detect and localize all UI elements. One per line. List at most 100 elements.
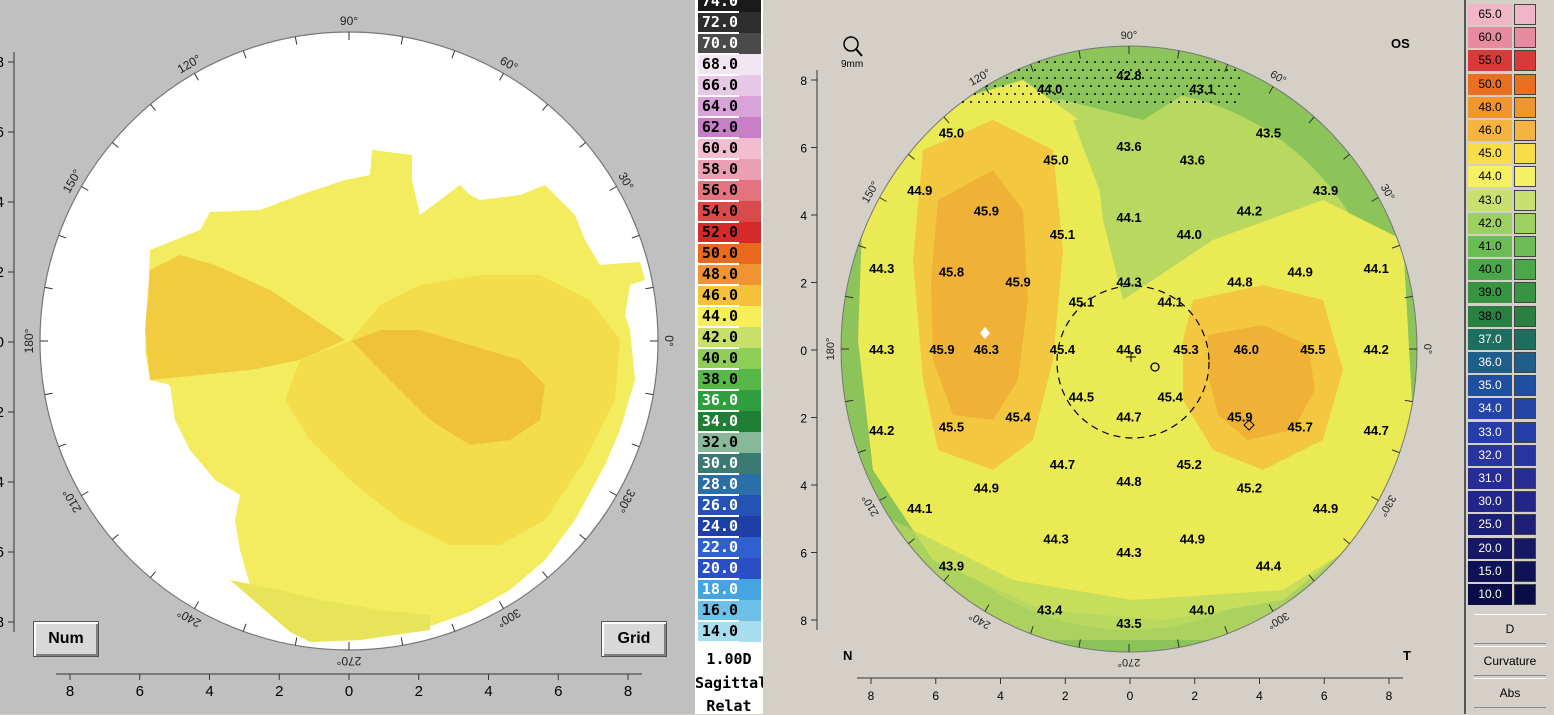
curvature-value: 44.7 [1050, 457, 1075, 472]
unmeasured-dot [1226, 69, 1228, 71]
y-axis-label: 2 [800, 412, 807, 426]
unmeasured-dot [994, 85, 996, 87]
curvature-button[interactable]: Curvature [1474, 646, 1546, 676]
left-scale-entry: 60.0 [695, 138, 763, 159]
left-scale-label: 38.0 [698, 370, 740, 389]
unmeasured-dot [1210, 101, 1212, 103]
unmeasured-dot [1234, 69, 1236, 71]
abs-button[interactable]: Abs [1474, 678, 1546, 708]
curvature-value: 43.6 [1180, 153, 1205, 168]
grid-button[interactable]: Grid [601, 621, 667, 657]
left-scale-entry: 30.0 [695, 453, 763, 474]
curvature-value: 45.5 [1300, 342, 1325, 357]
left-scale-label: 52.0 [698, 223, 740, 242]
scale-mode-label[interactable]: Sagittal [695, 674, 767, 692]
unmeasured-dot [1026, 69, 1028, 71]
y-axis-label: 6 [800, 142, 807, 156]
num-button[interactable]: Num [33, 621, 99, 657]
right-scale-swatch [1514, 143, 1536, 165]
unmeasured-dot [1066, 101, 1068, 103]
left-scale-swatch [739, 579, 761, 600]
right-scale-swatch [1514, 468, 1536, 489]
left-scale-swatch [739, 348, 761, 369]
x-axis-label: 4 [997, 689, 1004, 703]
curvature-value: 45.4 [1005, 410, 1031, 425]
left-sagittal-map-panel: 90° 60° 30° 0° 330° 300° 270° 240° 210° 180° 150° 1… [0, 0, 695, 714]
unmeasured-dot [1154, 85, 1156, 87]
curvature-value: 46.0 [1234, 342, 1259, 357]
unmeasured-dot [986, 85, 988, 87]
y-axis-label: 8 [800, 614, 807, 628]
unmeasured-dot [1134, 93, 1136, 95]
unmeasured-dot [1082, 85, 1084, 87]
curvature-value: 45.9 [974, 203, 999, 218]
unmeasured-dot [1126, 93, 1128, 95]
y-axis-label: 2 [0, 404, 4, 421]
unmeasured-dot [1082, 101, 1084, 103]
unmeasured-dot [1214, 77, 1216, 79]
x-axis-label: 6 [136, 683, 144, 700]
unmeasured-dot [1218, 69, 1220, 71]
unmeasured-dot [1062, 77, 1064, 79]
left-scale-entry: 64.0 [695, 96, 763, 117]
right-scale-entry: 55.0 [1468, 50, 1536, 73]
left-scale-label: 46.0 [698, 286, 740, 305]
unmeasured-dot [1158, 77, 1160, 79]
unmeasured-dot [1114, 101, 1116, 103]
unmeasured-dot [1090, 69, 1092, 71]
curvature-value: 45.9 [929, 342, 954, 357]
unmeasured-dot [1146, 69, 1148, 71]
scale-submode-label[interactable]: Relat [695, 697, 763, 715]
left-scale-entry: 52.0 [695, 222, 763, 243]
x-axis-label: 8 [868, 689, 875, 703]
right-scale-label: 31.0 [1468, 468, 1512, 489]
right-scale-label: 50.0 [1468, 73, 1512, 95]
left-scale-label: 28.0 [698, 475, 740, 494]
unmeasured-dot [1138, 85, 1140, 87]
angle-label: 270° [1118, 656, 1141, 668]
unmeasured-dot [1102, 93, 1104, 95]
right-scale-entry: 36.0 [1468, 352, 1536, 375]
left-scale-label: 68.0 [698, 55, 740, 74]
unit-button[interactable]: D [1474, 614, 1546, 644]
unmeasured-dot [1002, 101, 1004, 103]
y-axis-label: 8 [0, 54, 4, 71]
unmeasured-dot [1062, 61, 1064, 63]
unmeasured-dot [1086, 61, 1088, 63]
unmeasured-dot [1230, 77, 1232, 79]
unmeasured-dot [1054, 61, 1056, 63]
right-scale-swatch [1514, 50, 1536, 72]
right-scale-swatch [1514, 4, 1536, 25]
curvature-value: 43.9 [939, 558, 964, 573]
left-scale-entry: 50.0 [695, 243, 763, 264]
right-curvature-map-panel: 90° 60° 30° 0° 330° 300° 270° 240° 210° 180° 150° 1… [763, 0, 1458, 714]
unmeasured-dot [1046, 77, 1048, 79]
y-axis-label: 8 [800, 74, 807, 88]
curvature-value: 45.0 [939, 126, 964, 141]
left-scale-entry: 34.0 [695, 411, 763, 432]
unmeasured-dot [1042, 101, 1044, 103]
left-scale-swatch [739, 453, 761, 474]
unmeasured-dot [1226, 101, 1228, 103]
unmeasured-dot [1014, 77, 1016, 79]
unmeasured-dot [1238, 93, 1240, 95]
left-scale-swatch [739, 222, 761, 243]
y-axis-label: 0 [800, 344, 807, 358]
unmeasured-dot [1098, 69, 1100, 71]
unmeasured-dot [1182, 77, 1184, 79]
left-scale-swatch [739, 495, 761, 516]
curvature-value: 45.9 [1227, 410, 1252, 425]
right-scale-entry: 40.0 [1468, 259, 1536, 282]
right-map-canvas: 90°60°30°0°330°300°270°240°210°180°150°1… [763, 0, 1458, 714]
right-scale-entry: 45.0 [1468, 143, 1536, 166]
unmeasured-dot [1150, 93, 1152, 95]
left-scale-entry: 74.0 [695, 0, 763, 12]
right-scale-swatch [1514, 166, 1536, 188]
x-axis-label: 6 [1321, 689, 1328, 703]
unmeasured-dot [1094, 77, 1096, 79]
curvature-value: 44.0 [1189, 602, 1214, 617]
right-scale-swatch [1514, 352, 1536, 373]
unmeasured-dot [1158, 61, 1160, 63]
right-scale-entry: 10.0 [1468, 584, 1536, 607]
y-axis-label: 4 [800, 209, 807, 223]
